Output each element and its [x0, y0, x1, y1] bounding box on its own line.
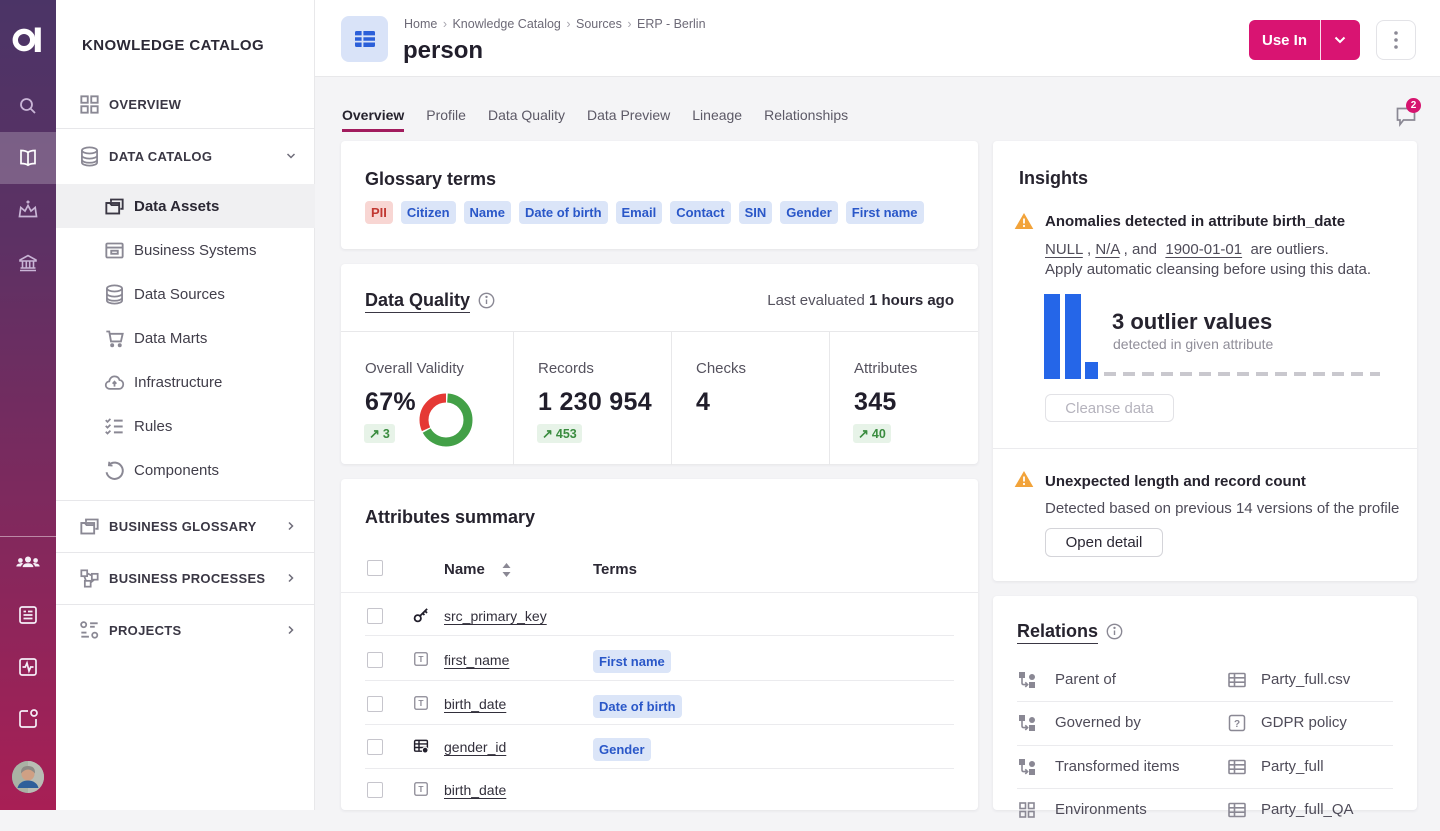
svg-text:T: T: [418, 784, 424, 794]
svg-text:?: ?: [1234, 718, 1240, 729]
svg-text:T: T: [418, 654, 424, 664]
svg-text:T: T: [418, 698, 424, 708]
